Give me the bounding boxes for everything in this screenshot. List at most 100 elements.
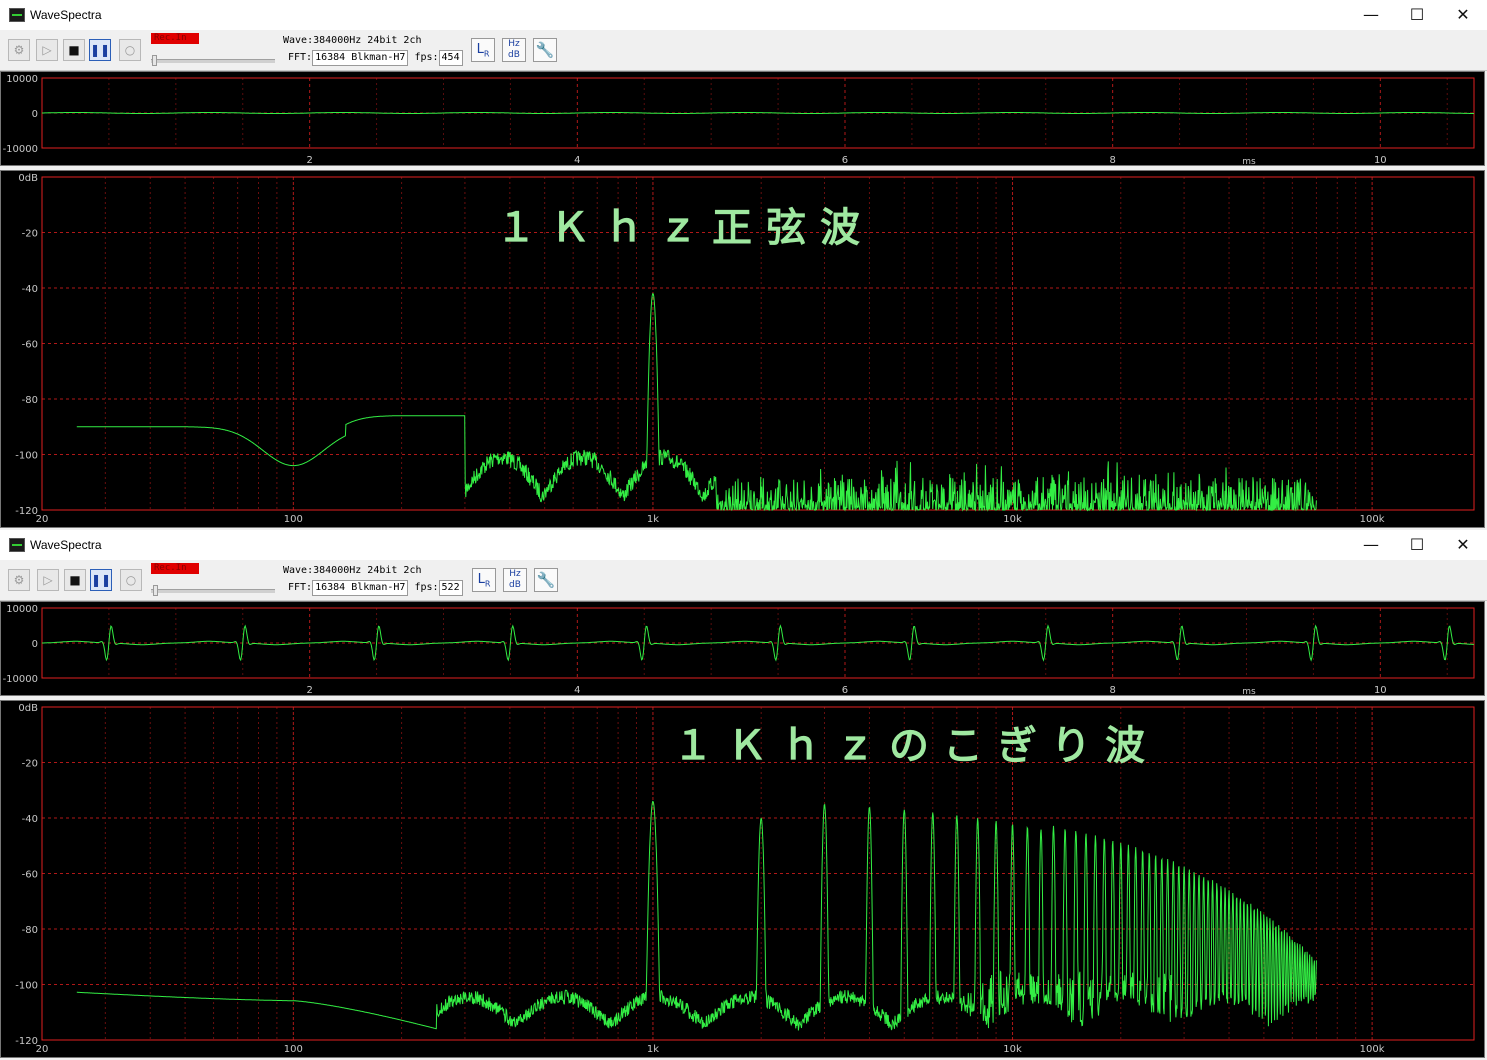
y-tick-label: 0 [32,109,38,120]
spectrum-overlay-label: １Ｋｈｚ正弦波 [496,205,874,251]
close-button[interactable]: ✕ [1440,530,1486,560]
window-title: WaveSpectra [30,8,102,22]
app-icon [9,8,25,22]
y-tick-label: -10000 [3,144,38,155]
spectrum-overlay-label: １Ｋｈｚのこぎり波 [673,723,1159,769]
y-tick-label: -20 [22,759,38,770]
toolbar: ⚙ ▷ ■ ❚❚ ○ Rec.In Wave:384000Hz 24bit 2c… [0,30,1487,71]
rec-in-indicator: Rec.In [151,33,199,44]
wave-info: Wave:384000Hz 24bit 2ch [283,564,421,578]
wave-label: Wave: [283,35,314,46]
x-unit-label: ms [1242,157,1256,167]
y-tick-label: -60 [22,870,38,881]
minimize-button[interactable]: — [1348,530,1394,560]
y-tick-label: -60 [22,340,38,351]
x-tick-label: 100k [1360,1044,1385,1055]
x-unit-label: ms [1242,687,1256,697]
wrench-icon[interactable]: 🔧 [534,568,558,592]
x-tick-label: 100 [284,1044,303,1055]
y-tick-label: -120 [15,506,38,517]
y-tick-label: -20 [22,229,38,240]
fft-value[interactable]: 16384 Blkman-H7 [312,580,409,596]
y-tick-label: -80 [22,395,38,406]
rec-in-indicator: Rec.In [151,563,199,574]
stop-icon[interactable]: ■ [63,39,85,61]
waveform-panel: 2 4 6 8 10 10000 0 -10000 ms [0,601,1485,697]
y-tick-label: 0 [32,639,38,650]
window-title: WaveSpectra [30,538,102,552]
x-tick-label: 10 [1374,685,1387,696]
x-tick-label: 10k [1003,514,1022,525]
record-icon[interactable]: ○ [119,39,141,61]
hz-db-icon[interactable]: Hz dB [503,568,527,592]
fps-label: fps: [414,582,439,593]
lr-icon[interactable]: LR [472,568,496,592]
stop-icon[interactable]: ■ [64,569,86,591]
maximize-button[interactable]: ☐ [1394,0,1440,30]
level-slider-thumb[interactable] [153,585,158,596]
spectrum-panel: 0dB -20 -40 -60 -80 -100 -120 20 100 1k 10k 100k １Ｋ… [0,700,1485,1058]
fps-value: 522 [438,580,463,596]
spectrum-trace [76,800,1317,1031]
play-icon[interactable]: ▷ [37,569,59,591]
x-tick-label: 8 [1109,685,1115,696]
waveform-chart: 2 4 6 8 10 10000 0 -10000 ms [3,74,1475,167]
y-tick-label: -80 [22,925,38,936]
y-tick-label: -100 [15,451,38,462]
y-tick-label: -40 [22,284,38,295]
lr-icon[interactable]: LR [471,38,495,62]
fft-value[interactable]: 16384 Blkman-H7 [312,50,409,66]
level-slider-track[interactable] [151,59,275,63]
waveform-chart: 2 4 6 8 10 10000 0 -10000 ms [3,604,1475,697]
x-tick-label: 2 [306,685,312,696]
hz-db-icon[interactable]: Hz dB [502,38,526,62]
pause-icon[interactable]: ❚❚ [90,569,112,591]
level-slider-thumb[interactable] [152,55,157,66]
fft-info: FFT: 16384 Blkman-H7 fps: 522 [288,580,463,596]
app-icon [9,538,25,552]
x-tick-label: 2 [306,155,312,166]
x-tick-label: 1k [647,1044,659,1055]
fps-value: 454 [438,50,463,66]
x-tick-label: 10 [1374,155,1387,166]
minimize-button[interactable]: — [1348,0,1394,30]
close-button[interactable]: ✕ [1440,0,1486,30]
x-tick-label: 4 [574,685,580,696]
spectrum-panel: 0dB -20 -40 -60 -80 -100 -120 20 100 1k 10k 100k １Ｋ… [0,170,1485,528]
record-icon[interactable]: ○ [120,569,142,591]
x-tick-label: 10k [1003,1044,1022,1055]
x-tick-label: 8 [1109,155,1115,166]
x-tick-label: 1k [647,514,659,525]
spectrum-trace [76,292,1317,512]
title-bar[interactable]: WaveSpectra — ☐ ✕ [0,0,1487,30]
y-tick-label: 10000 [6,604,38,615]
x-tick-label: 6 [842,155,848,166]
y-tick-label: -100 [15,981,38,992]
y-tick-label: -10000 [3,674,38,685]
maximize-button[interactable]: ☐ [1394,530,1440,560]
y-tick-label: -40 [22,814,38,825]
level-slider-track[interactable] [151,589,275,593]
wavespectra-window-2: WaveSpectra — ☐ ✕ ⚙ ▷ ■ ❚❚ ○ Rec.In Wave… [0,530,1487,1060]
x-tick-label: 20 [36,1044,49,1055]
waveform-panel: 2 4 6 8 10 10000 0 -10000 ms [0,71,1485,167]
settings-icon[interactable]: ⚙ [8,39,30,61]
fps-label: fps: [414,52,439,63]
x-tick-label: 4 [574,155,580,166]
wave-value: 384000Hz 24bit 2ch [313,565,422,576]
settings-icon[interactable]: ⚙ [8,569,30,591]
fft-label: FFT: [288,52,313,63]
pause-icon[interactable]: ❚❚ [89,39,111,61]
fft-label: FFT: [288,582,313,593]
y-tick-label: 10000 [6,74,38,85]
toolbar: ⚙ ▷ ■ ❚❚ ○ Rec.In Wave:384000Hz 24bit 2c… [0,560,1487,601]
y-tick-label: 0dB [18,173,38,184]
play-icon[interactable]: ▷ [36,39,58,61]
x-tick-label: 20 [36,514,49,525]
y-tick-label: 0dB [18,703,38,714]
x-tick-label: 6 [842,685,848,696]
wave-label: Wave: [283,565,314,576]
title-bar[interactable]: WaveSpectra — ☐ ✕ [0,530,1487,560]
fft-info: FFT: 16384 Blkman-H7 fps: 454 [288,50,463,66]
wrench-icon[interactable]: 🔧 [533,38,557,62]
